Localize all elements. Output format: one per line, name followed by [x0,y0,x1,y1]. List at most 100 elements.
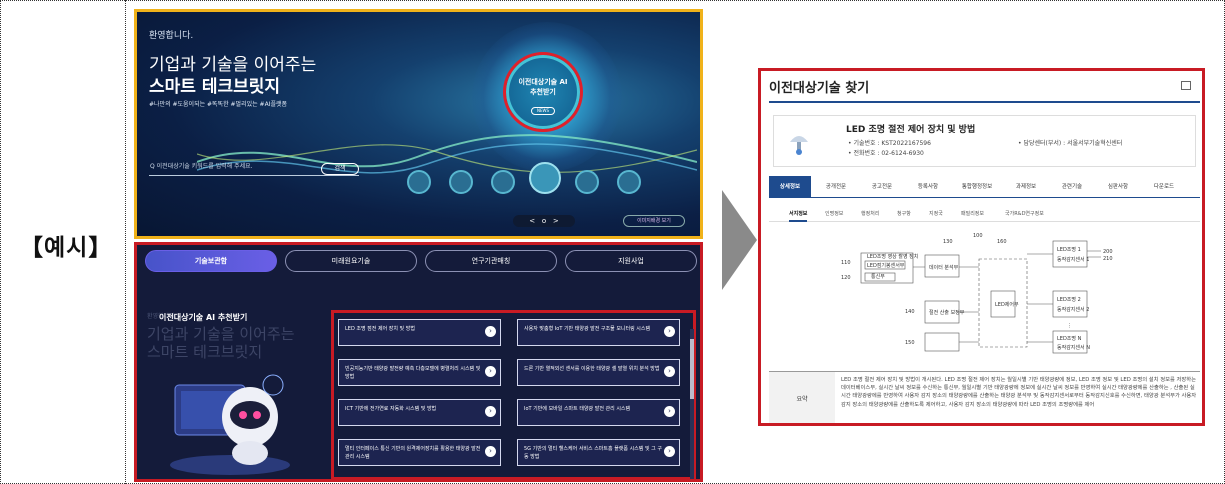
subtab-bibliographic[interactable]: 서지정보 [789,208,808,222]
print-icon[interactable] [1181,81,1191,90]
arrow-icon: › [485,406,496,417]
hero-welcome: 환영합니다. [149,31,194,41]
num-150: 150 [905,340,915,346]
title-rule [769,101,1200,103]
label-led-2: LED조명 2 [1057,296,1081,303]
section-tabs: 상세정보 공개전문 공고전문 등록사항 통합행정정보 과제정보 관련기술 심판사… [769,176,1200,198]
num-130: 130 [943,239,953,245]
tab-project-info[interactable]: 과제정보 [1005,176,1047,198]
subtab-admin[interactable]: 행정처리 [861,208,879,220]
ai-title-line-1: 이전대상기술 AI [518,78,568,86]
responsible-center: • 담당센터(부서) : 서울서부기술혁신센터 [1018,140,1123,147]
tab-notice-full[interactable]: 공고전문 [861,176,903,198]
sub-tabs: 서지정보 인명정보 행정처리 청구항 지정국 패밀리정보 국가R&D연구정보 [769,208,1200,222]
arrow-icon: › [664,326,675,337]
detail-panel: 이전대상기술 찾기 LED 조명 절전 제어 장치 및 방법 • 기술번호 : … [758,68,1205,426]
robot-illustration [170,374,290,475]
led-lamp-icon [790,136,808,155]
subtab-claims[interactable]: 청구항 [897,208,911,220]
phone-number: • 전화번호 : 02-6124-6930 [848,150,924,157]
num-200: 200 [1103,249,1113,255]
hero-icon-row [407,158,657,198]
label-box-b: LED점기봉센서부 [867,262,905,269]
next-button[interactable]: > [553,217,559,225]
list-item[interactable]: 빈공지능기반 태양광 발전량 예측 다층모델에 병렬처리 시스템 및 방법 › [338,359,501,386]
label-sensor-n: 동작감지센서 N [1057,344,1090,351]
transition-arrow [722,190,757,290]
carousel-nav: < o > [513,215,575,227]
list-item[interactable]: 드론 기반 열적외선 센서를 이용한 태양광 셀 발열 위치 분석 방법 › [517,359,680,386]
summary-text: LED 조명 절전 제어 장치 및 방법이 개시된다. LED 조명 절전 제어… [841,377,1197,408]
recommend-list: LED 조명 점전 제어 장치 및 방법 › 사용자 맞춤형 IoT 기반 태양광… [331,310,696,479]
label-box-a: LED조명 영상 촬영 장치 [867,253,918,260]
arrow-icon: › [485,366,496,377]
tab-trial[interactable]: 심판사항 [1097,176,1139,198]
list-item[interactable]: IoT 기반에 모바일 스마트 태양광 발전 관리 시스템 › [517,399,680,426]
column-divider [125,0,126,484]
label-led-n: LED조명 N [1057,335,1082,342]
category-icon-3[interactable] [491,170,515,194]
label-led-1: LED조명 1 [1057,246,1081,253]
subtab-family[interactable]: 패밀리정보 [961,208,984,220]
list-item[interactable]: LED 조명 점전 제어 장치 및 방법 › [338,319,501,346]
patent-title: LED 조명 절전 제어 장치 및 방법 [846,125,976,135]
list-item[interactable]: 사용자 맞춤형 IoT 기반 태양광 발전 구조물 모니터링 시스템 › [517,319,680,346]
tab-support-project[interactable]: 지원사업 [565,250,697,272]
list-item[interactable]: 5G 기반의 멀티 헬스케어 서비스 스마트홈 플랫폼 시스템 및 그 구동 방… [517,439,680,466]
label-box-c: 통신부 [871,273,885,280]
subtab-rnd[interactable]: 국가R&D연구정보 [1005,208,1044,220]
label-box-d: 데이터 분석부 [929,264,959,271]
label-box-e: 절전 산출 보정부 [929,309,965,316]
tab-related-tech[interactable]: 관련기술 [1051,176,1093,198]
search-button[interactable]: 검색 [321,163,359,175]
tab-registration[interactable]: 등록사항 [907,176,949,198]
list-scrollbar[interactable] [690,329,694,479]
center-category-icon[interactable] [529,162,561,194]
ai-recommend-button[interactable]: 이전대상기술 AI 추천받기 NEWS [503,52,583,132]
background-view-button[interactable]: 이미지배경 보기 [623,215,685,227]
tab-download[interactable]: 다운로드 [1143,176,1185,198]
num-110: 110 [841,260,851,266]
ai-news-pill: NEWS [530,107,555,115]
example-label: 【예시】 [20,235,113,261]
arrow-icon: › [485,446,496,457]
tab-public-full[interactable]: 공개전문 [815,176,857,198]
list-item[interactable]: ICT 기반에 전가연료 자동화 시스템 및 방법 › [338,399,501,426]
num-140: 140 [905,309,915,315]
patent-card: LED 조명 절전 제어 장치 및 방법 • 기술번호 : KST2022167… [773,115,1196,167]
main-tabs: 기술보관함 미래원요기술 연구기관매칭 지원사업 [141,250,700,274]
hero-panel: 환영합니다. 기업과 기술을 이어주는 스마트 테크브릿지 #나만의 #도움이되… [134,9,703,239]
ai-title-line-2: 추천받기 [530,88,556,96]
category-icon-2[interactable] [449,170,473,194]
hero-hashtags: #나만의 #도움이되는 #똑똑한 #멀리있는 #AI플랫폼 [149,101,288,108]
tab-admin-info[interactable]: 통합행정정보 [953,176,1001,198]
category-icon-1[interactable] [407,170,431,194]
detail-title: 이전대상기술 찾기 [769,81,870,96]
subtab-country[interactable]: 지정국 [929,208,943,220]
recommend-panel: 기술보관함 미래원요기술 연구기관매칭 지원사업 환영합니다. 기업과 기술을 … [134,242,703,482]
arrow-icon: › [664,366,675,377]
ai-recommend-title: 이전대상기술 AI 추천받기 [159,313,248,322]
patent-diagram: LED조명 영상 촬영 장치 LED점기봉센서부 통신부 데이터 분석부 절전 … [841,233,1113,354]
label-dots: ⋮ [1067,323,1072,329]
tab-research-matching[interactable]: 연구기관매칭 [425,250,557,272]
arrow-icon: › [485,326,496,337]
list-item[interactable]: 멀티 인터페이스 통신 기반의 원격제어장치를 활용한 태양광 발전 관리 시스… [338,439,501,466]
summary-label: 요약 [769,372,835,423]
subtab-people[interactable]: 인명정보 [825,208,843,220]
label-box-f: LED제어부 [995,301,1019,308]
hero-headline-2: 스마트 테크브릿지 [149,77,281,97]
page-indicator: o [541,217,547,225]
num-210: 210 [1103,256,1113,262]
label-sensor-2: 동작감지센서 2 [1057,306,1089,313]
category-icon-5[interactable] [617,170,641,194]
tech-number: • 기술번호 : KST2022167596 [848,140,931,147]
prev-button[interactable]: < [529,217,535,225]
tab-tech-storage[interactable]: 기술보관함 [145,250,277,272]
tab-detail-info[interactable]: 상세정보 [769,176,811,198]
arrow-icon: › [664,446,675,457]
category-icon-4[interactable] [575,170,599,194]
tab-future-tech[interactable]: 미래원요기술 [285,250,417,272]
arrow-icon: › [664,406,675,417]
num-120: 120 [841,275,851,281]
